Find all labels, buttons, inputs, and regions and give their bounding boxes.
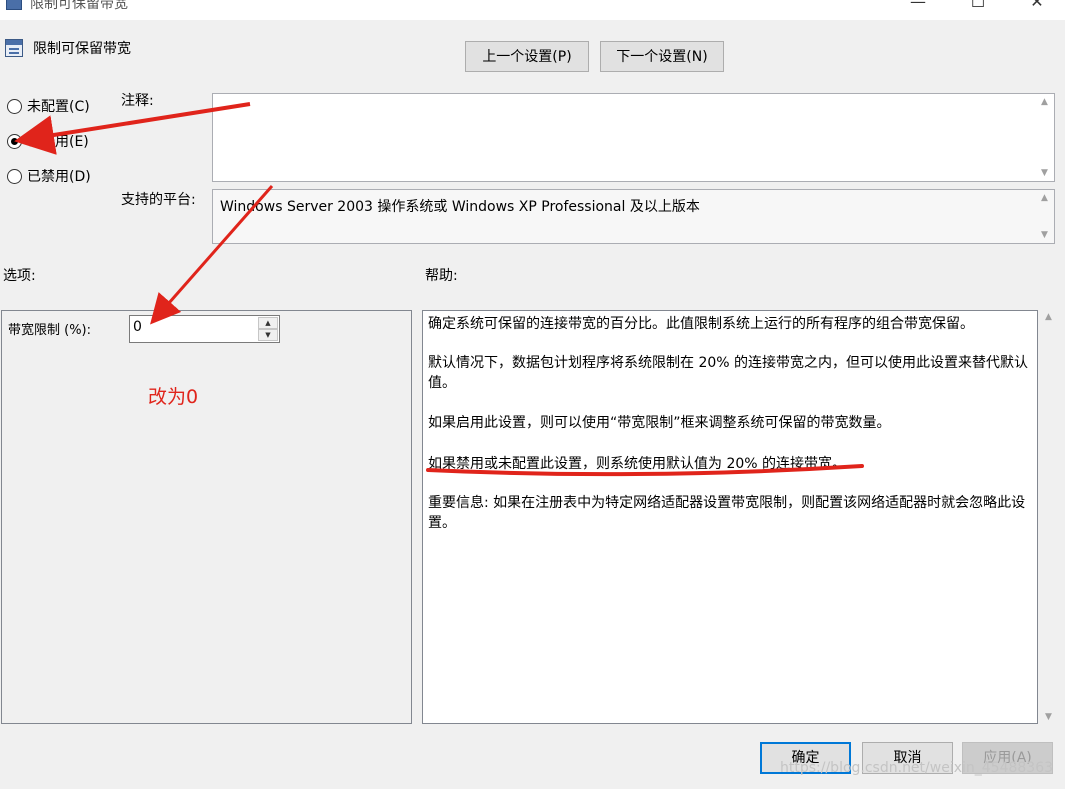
policy-title: 限制可保留带宽 <box>33 41 131 57</box>
options-label: 选项: <box>3 268 36 284</box>
scroll-up-icon[interactable]: ▲ <box>1036 97 1053 107</box>
help-scrollbar[interactable]: ▲ ▼ <box>1040 310 1057 724</box>
help-paragraph: 默认情况下，数据包计划程序将系统限制在 20% 的连接带宽之内，但可以使用此设置… <box>428 355 1029 391</box>
spin-down-icon[interactable]: ▼ <box>258 329 278 341</box>
group-policy-icon <box>6 0 22 10</box>
help-paragraph: 如果禁用或未配置此设置，则系统使用默认值为 20% 的连接带宽。 <box>428 456 847 472</box>
radio-disabled[interactable]: 已禁用(D) <box>7 166 91 186</box>
maximize-button[interactable]: ☐ <box>963 0 993 12</box>
platform-scrollbar[interactable]: ▲ ▼ <box>1036 191 1053 242</box>
radio-button-icon[interactable] <box>7 98 22 114</box>
comment-label: 注释: <box>121 93 154 109</box>
radio-label: 已禁用(D) <box>27 169 91 185</box>
annotation-text: 改为0 <box>148 386 199 408</box>
scroll-down-icon[interactable]: ▼ <box>1036 168 1053 178</box>
next-setting-button[interactable]: 下一个设置(N) <box>600 41 724 72</box>
watermark: https://blog.csdn.net/weixin_45488363 <box>780 760 1054 776</box>
platform-label: 支持的平台: <box>121 192 196 208</box>
bandwidth-limit-value[interactable]: 0 <box>133 319 142 335</box>
platform-value: Windows Server 2003 操作系统或 Windows XP Pro… <box>220 199 700 215</box>
help-label: 帮助: <box>425 268 458 284</box>
close-button[interactable]: ✕ <box>1022 0 1052 12</box>
platform-textbox: Windows Server 2003 操作系统或 Windows XP Pro… <box>212 189 1055 244</box>
radio-label: 已启用(E) <box>27 134 89 150</box>
radio-label: 未配置(C) <box>27 99 90 115</box>
bandwidth-limit-label: 带宽限制 (%): <box>8 323 92 338</box>
scroll-down-icon[interactable]: ▼ <box>1040 712 1057 722</box>
comment-scrollbar[interactable]: ▲ ▼ <box>1036 95 1053 180</box>
help-panel: 确定系统可保留的连接带宽的百分比。此值限制系统上运行的所有程序的组合带宽保留。 … <box>422 310 1038 724</box>
bandwidth-limit-stepper[interactable]: 0 ▲ ▼ <box>129 315 280 343</box>
comment-textarea[interactable]: ▲ ▼ <box>212 93 1055 182</box>
help-paragraph: 如果启用此设置，则可以使用“带宽限制”框来调整系统可保留的带宽数量。 <box>428 415 891 431</box>
options-panel <box>1 310 412 724</box>
scroll-up-icon[interactable]: ▲ <box>1040 312 1057 322</box>
radio-not-configured[interactable]: 未配置(C) <box>7 96 90 116</box>
policy-setting-icon <box>5 39 23 57</box>
radio-enabled[interactable]: 已启用(E) <box>7 131 89 151</box>
previous-setting-button[interactable]: 上一个设置(P) <box>465 41 589 72</box>
window-title: 限制可保留带宽 <box>30 0 128 12</box>
help-paragraph: 重要信息: 如果在注册表中为特定网络适配器设置带宽限制，则配置该网络适配器时就会… <box>428 495 1026 531</box>
minimize-button[interactable]: — <box>903 0 933 12</box>
radio-button-icon[interactable] <box>7 168 22 184</box>
help-paragraph: 确定系统可保留的连接带宽的百分比。此值限制系统上运行的所有程序的组合带宽保留。 <box>428 316 974 332</box>
radio-button-checked-icon[interactable] <box>7 133 22 149</box>
spin-up-icon[interactable]: ▲ <box>258 317 278 329</box>
scroll-down-icon[interactable]: ▼ <box>1036 230 1053 240</box>
scroll-up-icon[interactable]: ▲ <box>1036 193 1053 203</box>
